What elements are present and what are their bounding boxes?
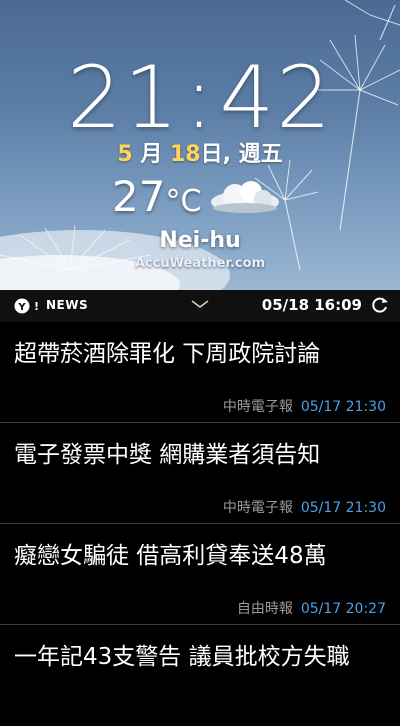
news-title: 一年記43支警告 議員批校方失職 xyxy=(14,644,350,670)
clock-time[interactable]: 21:42 xyxy=(0,48,400,148)
news-time: 05/17 21:30 xyxy=(300,500,386,516)
news-time: 05/17 21:30 xyxy=(300,399,386,415)
clock-weather-widget[interactable]: 21:42 5 月 18日, 週五 27°C Nei-hu AccuWeathe… xyxy=(0,0,400,290)
date-month: 5 xyxy=(117,142,133,167)
news-time: 05/17 20:27 xyxy=(300,601,386,617)
news-item[interactable]: 癡戀女騙徒 借高利貸奉送48萬 自由時報 05/17 20:27 xyxy=(0,524,400,625)
clock-colon: : xyxy=(184,48,216,148)
news-title: 電子發票中獎 網購業者須告知 xyxy=(14,442,321,468)
temperature-unit: °C xyxy=(165,184,202,219)
city-name: Nei-hu xyxy=(159,228,241,253)
date-label: 5 月 18日, 週五 xyxy=(0,136,400,168)
svg-text:!: ! xyxy=(34,300,39,313)
news-meta: 自由時報 05/17 20:27 xyxy=(237,598,386,618)
temperature: 27°C xyxy=(112,172,201,221)
news-source: 中時電子報 xyxy=(222,500,293,516)
news-meta: 中時電子報 05/17 21:30 xyxy=(223,396,386,416)
yahoo-logo-icon: Y ! xyxy=(14,298,39,314)
news-source: 中時電子報 xyxy=(222,399,293,415)
news-title: 超帶菸酒除罪化 下周政院討論 xyxy=(14,341,321,367)
news-item[interactable]: 電子發票中獎 網購業者須告知 中時電子報 05/17 21:30 xyxy=(0,423,400,524)
news-list: 超帶菸酒除罪化 下周政院討論 中時電子報 05/17 21:30 電子發票中獎 網… xyxy=(0,322,400,726)
date-month-suffix: 月 xyxy=(132,142,170,167)
clock-minutes: 42 xyxy=(219,48,333,148)
weather-provider: AccuWeather.com xyxy=(134,256,266,271)
news-source: 自由時報 xyxy=(236,601,293,617)
news-meta: 中時電子報 05/17 21:30 xyxy=(223,497,386,517)
news-item[interactable]: 一年記43支警告 議員批校方失職 xyxy=(0,625,400,726)
date-day-suffix: 日, 週五 xyxy=(200,142,283,167)
news-title: 癡戀女騙徒 借高利貸奉送48萬 xyxy=(14,543,327,569)
clock-hours: 21 xyxy=(67,48,181,148)
svg-text:Y: Y xyxy=(17,302,26,313)
news-updated-datetime: 05/18 16:09 xyxy=(261,296,362,314)
news-item[interactable]: 超帶菸酒除罪化 下周政院討論 中時電子報 05/17 21:30 xyxy=(0,322,400,423)
date-day: 18 xyxy=(169,142,201,167)
news-header-bar: Y ! NEWS 05/18 16:09 xyxy=(0,290,400,322)
refresh-icon[interactable] xyxy=(370,295,390,315)
temperature-value: 27 xyxy=(112,172,166,221)
news-label: NEWS xyxy=(46,298,89,312)
partly-cloudy-icon xyxy=(211,181,279,213)
chevron-down-icon[interactable] xyxy=(190,298,210,310)
